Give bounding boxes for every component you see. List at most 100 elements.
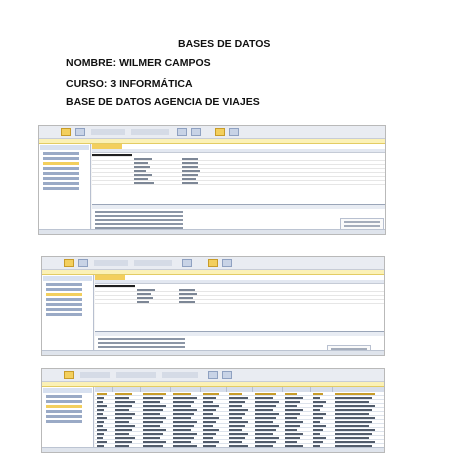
- table-cell: [313, 421, 320, 423]
- table-cell: [97, 437, 103, 439]
- table-cell: [143, 409, 163, 411]
- table-cell: [115, 437, 135, 439]
- table-cell: [285, 405, 297, 407]
- table-cell: [255, 421, 273, 423]
- ribbon-group: [134, 260, 172, 266]
- access-design-view-screenshot-1: [38, 125, 386, 235]
- table-cell: [203, 441, 219, 443]
- table-cell: [203, 421, 216, 423]
- table-cell: [313, 425, 326, 427]
- table-cell: [255, 441, 276, 443]
- navigation-pane: [42, 387, 94, 452]
- database-name-line: BASE DE DATOS AGENCIA DE VIAJES: [66, 96, 260, 108]
- ribbon-button-icon: [208, 371, 218, 379]
- table-cell: [115, 405, 132, 407]
- table-cell: [97, 409, 104, 411]
- field-row-selected: [92, 154, 132, 157]
- table-cell: [255, 393, 276, 395]
- table-cell: [143, 433, 163, 435]
- table-cell: [143, 441, 166, 443]
- table-cell: [255, 401, 279, 403]
- table-cell: [97, 417, 107, 419]
- table-cell: [143, 425, 160, 427]
- table-cell: [173, 397, 197, 399]
- ribbon-button-icon: [182, 259, 192, 267]
- table-cell: [115, 441, 132, 443]
- table-cell: [335, 397, 372, 399]
- table-cell: [335, 429, 375, 431]
- table-cell: [255, 433, 273, 435]
- table-cell: [115, 397, 129, 399]
- field-grid-header: [95, 280, 384, 284]
- table-cell: [143, 421, 163, 423]
- table-cell: [229, 405, 242, 407]
- table-cell: [115, 433, 129, 435]
- table-cell: [335, 421, 372, 423]
- table-cell: [203, 425, 213, 427]
- table-cell: [335, 433, 372, 435]
- table-cell: [203, 417, 219, 419]
- ribbon-key-icon: [78, 259, 88, 267]
- table-cell: [97, 401, 103, 403]
- table-cell: [255, 405, 276, 407]
- table-cell: [143, 413, 160, 415]
- table-cell: [313, 429, 323, 431]
- table-cell: [313, 417, 323, 419]
- table-cell: [97, 397, 104, 399]
- table-cell: [285, 413, 300, 415]
- ribbon-key-icon: [75, 128, 85, 136]
- table-cell: [335, 437, 369, 439]
- table-cell: [313, 441, 323, 443]
- table-cell: [97, 405, 107, 407]
- field-grid-header: [92, 149, 385, 153]
- table-cell: [115, 409, 129, 411]
- table-cell: [203, 413, 213, 415]
- table-cell: [229, 393, 242, 395]
- table-cell: [97, 433, 104, 435]
- status-bar: [42, 447, 384, 452]
- table-cell: [143, 429, 166, 431]
- datasheet-grid: [95, 387, 384, 448]
- table-cell: [143, 437, 160, 439]
- table-cell: [115, 421, 129, 423]
- table-cell: [313, 401, 326, 403]
- access-design-view-screenshot-2: [41, 256, 385, 356]
- table-cell: [97, 425, 103, 427]
- table-cell: [203, 393, 219, 395]
- table-cell: [173, 429, 191, 431]
- table-cell: [143, 393, 166, 395]
- ribbon-button-icon: [229, 128, 239, 136]
- ribbon: [39, 126, 385, 139]
- table-cell: [97, 393, 107, 395]
- table-cell: [173, 417, 191, 419]
- table-cell: [97, 413, 103, 415]
- table-cell: [229, 425, 245, 427]
- table-cell: [313, 393, 323, 395]
- table-cell: [255, 437, 279, 439]
- table-cell: [203, 409, 216, 411]
- table-cell: [285, 417, 297, 419]
- design-grid-area: [95, 275, 384, 355]
- table-cell: [115, 413, 135, 415]
- ribbon-button-icon: [191, 128, 201, 136]
- table-cell: [115, 417, 132, 419]
- ribbon-view-icon: [64, 371, 74, 379]
- document-title: BASES DE DATOS: [178, 38, 271, 50]
- table-cell: [285, 433, 303, 435]
- table-cell: [203, 397, 216, 399]
- table-cell: [173, 437, 194, 439]
- ribbon-view-icon: [64, 259, 74, 267]
- table-cell: [255, 397, 273, 399]
- table-cell: [115, 401, 135, 403]
- table-cell: [335, 417, 375, 419]
- table-cell: [97, 441, 107, 443]
- table-cell: [143, 401, 160, 403]
- table-cell: [229, 421, 248, 423]
- design-grid-area: [92, 144, 385, 234]
- table-cell: [229, 409, 248, 411]
- status-bar: [42, 350, 384, 355]
- table-cell: [229, 413, 245, 415]
- table-cell: [255, 409, 273, 411]
- table-cell: [285, 401, 300, 403]
- table-cell: [255, 417, 276, 419]
